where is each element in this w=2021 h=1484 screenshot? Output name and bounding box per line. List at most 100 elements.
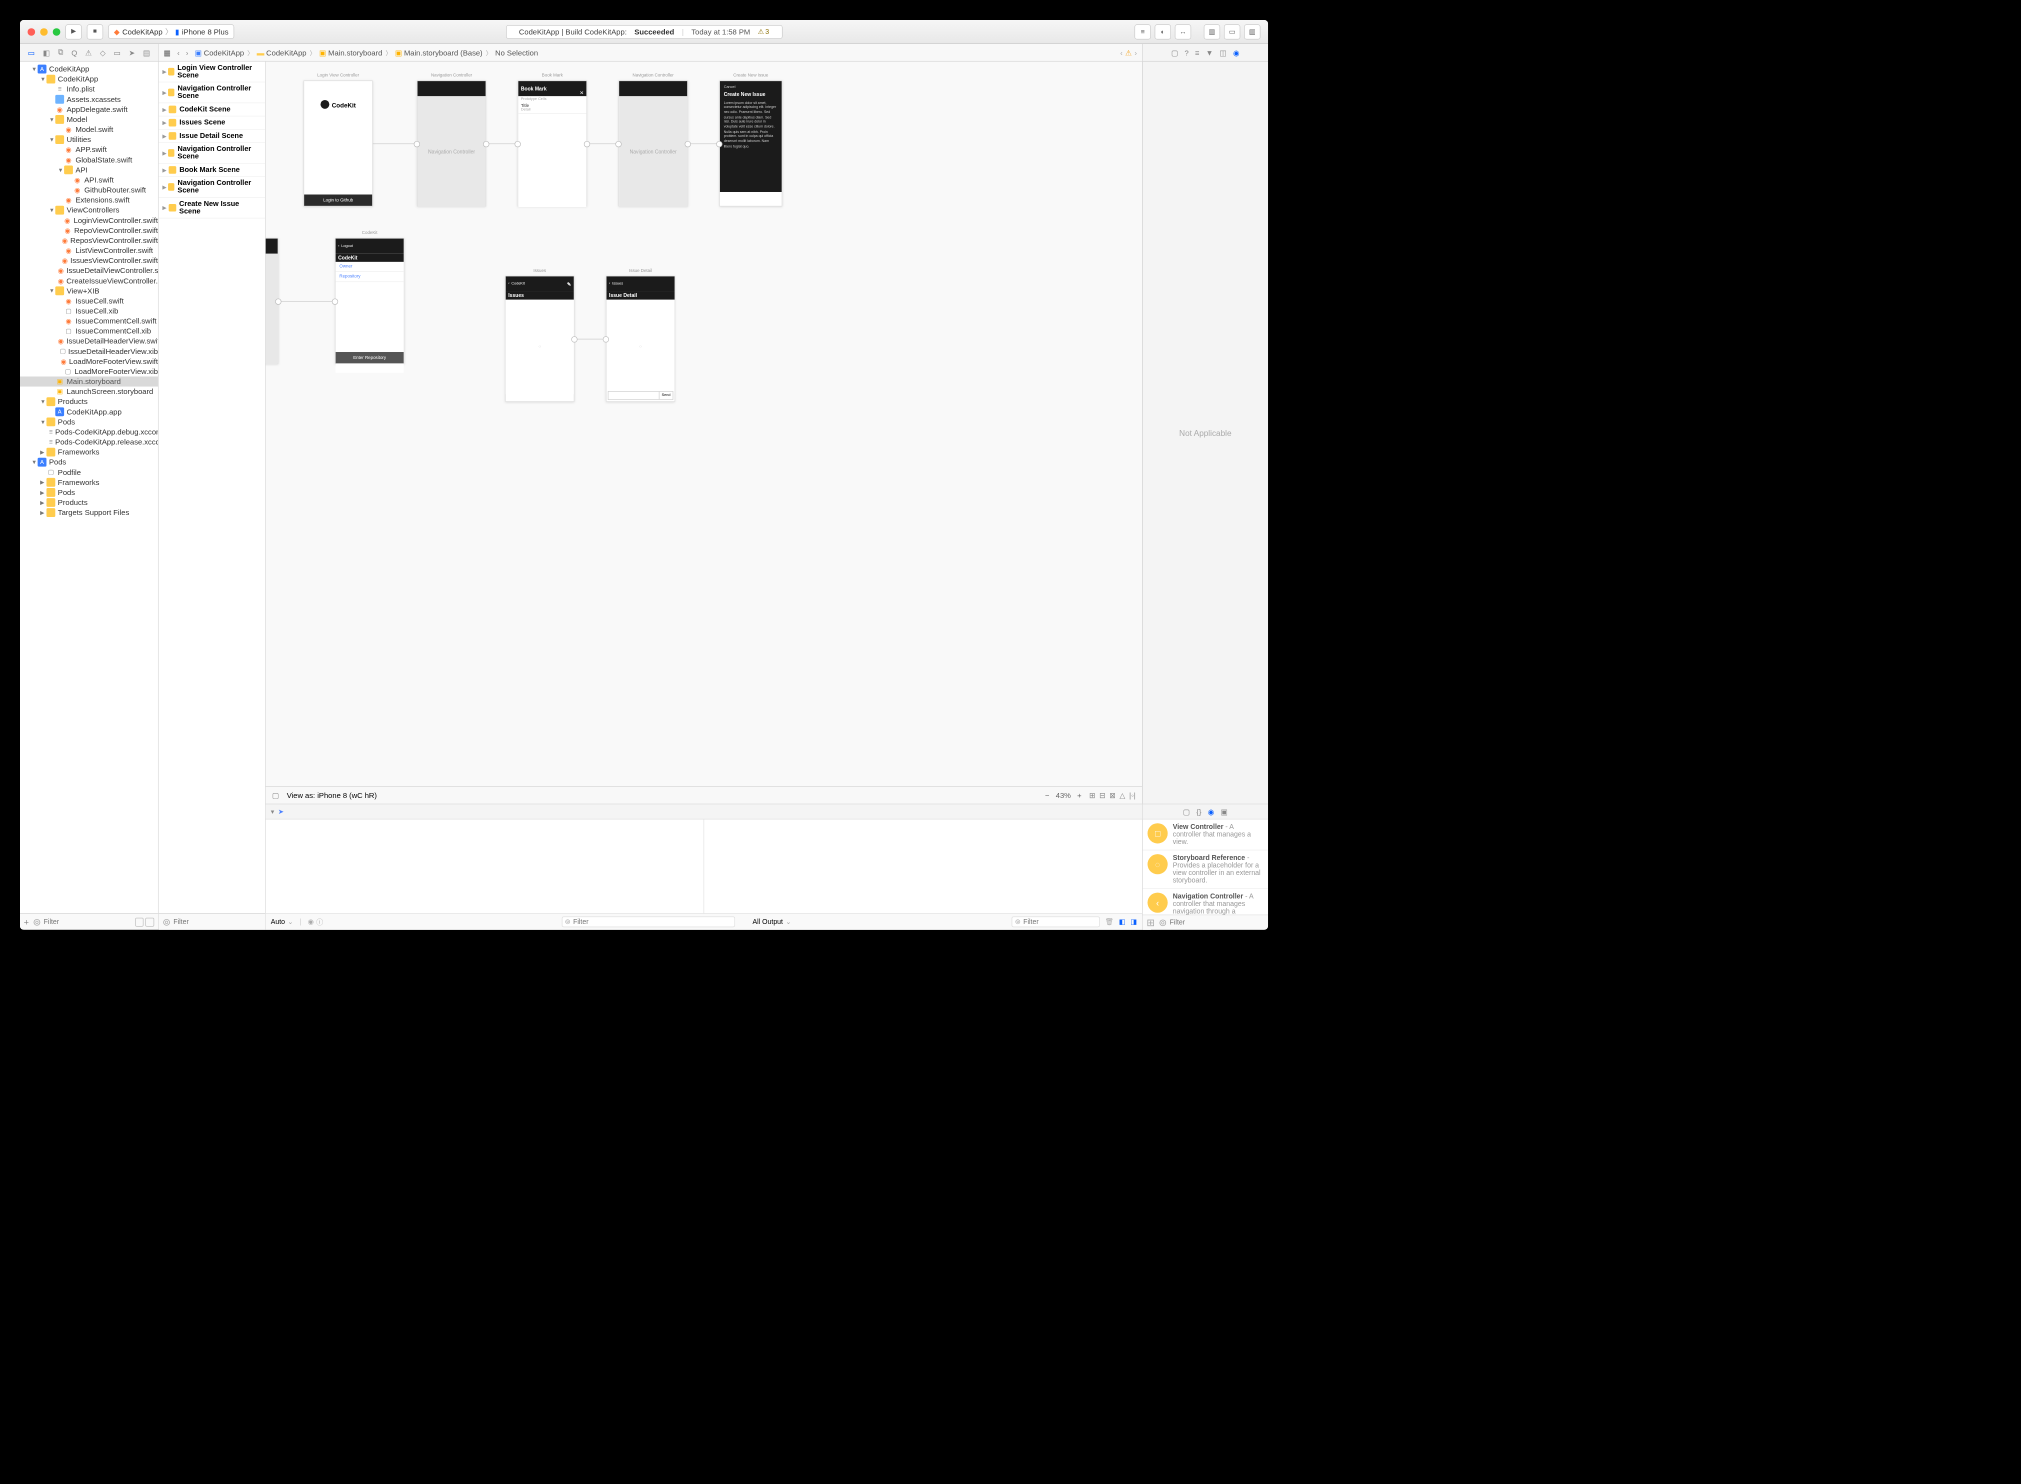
standard-editor-button[interactable]: ≡	[1134, 24, 1150, 39]
scene-codekit[interactable]: CodeKit Logout CodeKit Owner Repository …	[335, 238, 404, 364]
tree-item[interactable]: Pods-CodeKitApp.release.xcconfig	[20, 437, 158, 447]
tree-item[interactable]: AppDelegate.swift	[20, 104, 158, 114]
storyboard-canvas[interactable]: Login View Controller CodeKit Login to G…	[266, 62, 1142, 787]
minimize-window-button[interactable]	[40, 28, 48, 36]
add-button[interactable]: +	[24, 917, 29, 927]
tree-item[interactable]: ▶Frameworks	[20, 447, 158, 457]
tree-item[interactable]: IssueCommentCell.swift	[20, 316, 158, 326]
tree-item[interactable]: GlobalState.swift	[20, 155, 158, 165]
symbol-navigator-tab[interactable]: ⧉	[58, 48, 63, 57]
tree-item[interactable]: Assets.xcassets	[20, 94, 158, 104]
report-navigator-tab[interactable]: ▤	[143, 48, 150, 57]
outline-scene[interactable]: ▶Create New Issue Scene	[159, 198, 265, 219]
tree-item[interactable]: ▼View+XIB	[20, 286, 158, 296]
variables-filter-input[interactable]	[573, 918, 732, 926]
attributes-inspector-tab[interactable]: ▼	[1206, 48, 1213, 57]
show-console-button[interactable]: ◨	[1130, 918, 1137, 926]
object-library-tab[interactable]: ◉	[1208, 807, 1215, 816]
output-scope-selector[interactable]: All Output	[753, 918, 783, 926]
forward-button[interactable]: ›	[183, 47, 191, 58]
tree-item[interactable]: GithubRouter.swift	[20, 185, 158, 195]
tree-item[interactable]: ▼Pods	[20, 417, 158, 427]
grid-view-button[interactable]: ⊞	[1146, 916, 1154, 929]
outline-toggle-button[interactable]: ▢	[272, 791, 279, 800]
run-button[interactable]	[65, 24, 81, 39]
find-navigator-tab[interactable]: Q	[71, 48, 77, 57]
scene-create-issue[interactable]: Create New Issue Cancel Create New Issue…	[719, 80, 782, 206]
outline-scene[interactable]: ▶Login View Controller Scene	[159, 62, 265, 83]
auto-scope-selector[interactable]: Auto	[271, 918, 285, 926]
tree-item[interactable]: ▶Products	[20, 498, 158, 508]
tree-item[interactable]: ▼CodeKitApp	[20, 64, 158, 74]
recent-filter-button[interactable]	[135, 917, 144, 926]
tree-item[interactable]: CodeKitApp.app	[20, 407, 158, 417]
file-template-tab[interactable]: ▢	[1183, 807, 1190, 816]
back-button[interactable]: ‹	[175, 47, 183, 58]
tree-item[interactable]: CreateIssueViewController.swift	[20, 276, 158, 286]
jump-bar[interactable]: ▦ ‹ › ▣ CodeKitApp ▬ CodeKitApp ▣ Main.s…	[159, 44, 1142, 62]
source-control-tab[interactable]: ◧	[43, 48, 50, 57]
outline-scene[interactable]: ▶Issues Scene	[159, 116, 265, 129]
scene-bookmark[interactable]: Book Mark Book Mark ✕ Prototype Cells Ti…	[518, 80, 587, 206]
tree-item[interactable]: Podfile	[20, 467, 158, 477]
trash-icon[interactable]: 🗑	[1105, 918, 1114, 926]
tree-item[interactable]: Pods-CodeKitApp.debug.xcconfig	[20, 427, 158, 437]
scene-nav2[interactable]: Navigation Controller Navigation Control…	[619, 80, 688, 206]
scm-filter-button[interactable]	[146, 917, 155, 926]
prev-issue-button[interactable]: ‹	[1120, 48, 1123, 57]
project-tree[interactable]: ▼CodeKitApp▼CodeKitAppInfo.plistAssets.x…	[20, 62, 158, 914]
pin-button[interactable]: ⊠	[1109, 791, 1115, 800]
tree-item[interactable]: IssueCommentCell.xib	[20, 326, 158, 336]
breakpoint-button[interactable]: ➤	[278, 808, 284, 816]
scene-login[interactable]: Login View Controller CodeKit Login to G…	[304, 80, 373, 206]
tree-item[interactable]: IssuesViewController.swift	[20, 256, 158, 266]
tree-item[interactable]: API.swift	[20, 175, 158, 185]
scene-nav1[interactable]: Navigation Controller Navigation Control…	[417, 80, 486, 206]
view-as-selector[interactable]: View as: iPhone 8 (wC hR)	[287, 791, 1038, 800]
tree-item[interactable]: ▼API	[20, 165, 158, 175]
library-item[interactable]: ‹Navigation Controller - A controller th…	[1143, 889, 1268, 915]
tree-item[interactable]: ReposViewController.swift	[20, 235, 158, 245]
outline-list[interactable]: ▶Login View Controller Scene▶Navigation …	[159, 62, 265, 914]
outline-scene[interactable]: ▶Issue Detail Scene	[159, 130, 265, 143]
tree-item[interactable]: IssueCell.swift	[20, 296, 158, 306]
warnings-badge[interactable]: ⚠ 3	[758, 28, 769, 36]
size-inspector-tab[interactable]: ◫	[1220, 48, 1227, 57]
embed-button[interactable]: ⊞	[1089, 791, 1095, 800]
quicklook-icon[interactable]: ◉	[308, 918, 314, 926]
jump-bar-path[interactable]: ▣ CodeKitApp ▬ CodeKitApp ▣ Main.storybo…	[195, 48, 538, 57]
media-library-tab[interactable]: ▣	[1221, 807, 1228, 816]
zoom-window-button[interactable]	[53, 28, 61, 36]
connections-inspector-tab[interactable]: ◉	[1233, 48, 1240, 57]
tree-item[interactable]: ▼Products	[20, 397, 158, 407]
tree-item[interactable]: IssueDetailViewController.swift	[20, 266, 158, 276]
tree-item[interactable]: RepoViewController.swift	[20, 225, 158, 235]
tree-item[interactable]: ▼Model	[20, 115, 158, 125]
stop-button[interactable]	[87, 24, 103, 39]
variables-view[interactable]	[266, 819, 704, 913]
tree-item[interactable]: ListViewController.swift	[20, 246, 158, 256]
identity-inspector-tab[interactable]: ≡	[1195, 48, 1199, 57]
console-filter-input[interactable]	[1023, 918, 1112, 926]
tree-item[interactable]: LaunchScreen.storyboard	[20, 387, 158, 397]
resolve-button[interactable]: △	[1120, 791, 1126, 800]
quick-help-tab[interactable]: ?	[1185, 48, 1189, 57]
outline-scene[interactable]: ▶Navigation Controller Scene	[159, 82, 265, 103]
tree-item[interactable]: Model.swift	[20, 125, 158, 135]
outline-filter-input[interactable]	[173, 918, 262, 926]
align-button[interactable]: ⊟	[1099, 791, 1105, 800]
toggle-debug-button[interactable]: ▭	[1224, 24, 1240, 39]
tree-item[interactable]: ▶Frameworks	[20, 477, 158, 487]
navigator-filter-input[interactable]	[44, 918, 133, 926]
console-view[interactable]	[704, 819, 1142, 913]
file-inspector-tab[interactable]: ▢	[1171, 48, 1178, 57]
version-editor-button[interactable]: ↔	[1175, 24, 1191, 39]
tree-item[interactable]: ▼ViewControllers	[20, 205, 158, 215]
outline-scene[interactable]: ▶Book Mark Scene	[159, 164, 265, 177]
tree-item[interactable]: IssueDetailHeaderView.swift	[20, 336, 158, 346]
tree-item[interactable]: IssueDetailHeaderView.xib	[20, 346, 158, 356]
code-snippet-tab[interactable]: {}	[1196, 807, 1201, 816]
library-item[interactable]: ◌Storyboard Reference - Provides a place…	[1143, 850, 1268, 888]
toggle-navigator-button[interactable]: ▥	[1204, 24, 1220, 39]
activity-view[interactable]: CodeKitApp | Build CodeKitApp: Succeeded…	[506, 25, 783, 39]
